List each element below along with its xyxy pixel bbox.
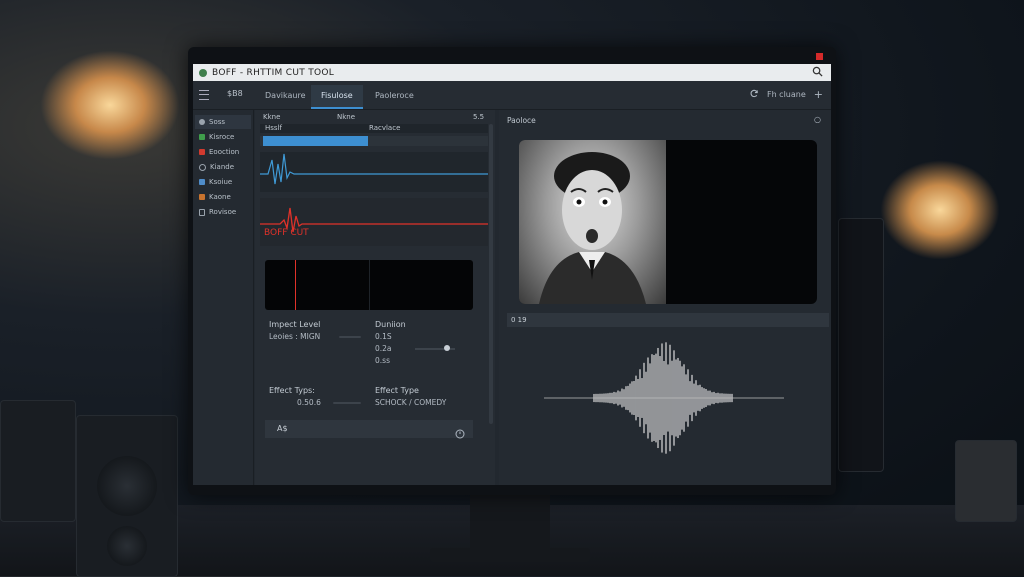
toolbar-label: $B8: [227, 89, 243, 98]
toolbar-right-label: Fh cluane: [766, 90, 806, 99]
footer-label: A$: [277, 424, 288, 433]
monitor: BOFF - RHTTIM CUT TOOL $B8 Davikaure Fis…: [188, 47, 836, 495]
tab-paoleroce[interactable]: Paoleroce: [365, 85, 424, 107]
timeline-panel: Kkne Nkne 5.5 Hsslf Racvlace BOFF CUT Im…: [255, 110, 495, 485]
audio-device: [0, 400, 76, 522]
sidebar-item-label: Rovisoe: [209, 208, 237, 216]
clip-region[interactable]: [263, 136, 368, 146]
layers-icon: [199, 179, 205, 185]
waveform-red: [260, 207, 488, 233]
sidebar-item-kiande[interactable]: Kiande: [195, 160, 251, 174]
sidebar-item-kisroce[interactable]: Kisroce: [195, 130, 251, 144]
sidebar-item-label: Soss: [209, 118, 226, 126]
duration-value-1: 0.1S: [375, 332, 392, 341]
record-icon: [199, 149, 205, 155]
document-icon: [199, 208, 205, 216]
sidebar-item-ksoiue[interactable]: Ksoiue: [195, 175, 251, 189]
sidebar-item-kaone[interactable]: Kaone: [195, 190, 251, 204]
tab-fisulose[interactable]: Fisulose: [311, 85, 363, 109]
sidebar-item-label: Eooction: [209, 148, 240, 156]
lamp-glow-left: [40, 50, 180, 160]
scissors-icon: [199, 134, 205, 140]
duration-slider-knob[interactable]: [444, 345, 450, 351]
window-title: BOFF - RHTTIM CUT TOOL: [212, 67, 335, 78]
add-icon[interactable]: +: [814, 88, 823, 101]
impact-level-label: Impect Level: [269, 320, 321, 329]
sidebar-item-label: Kaone: [209, 193, 231, 201]
preview-panel: Paoloce ○ 0 19: [499, 110, 831, 485]
title-bar: BOFF - RHTTIM CUT TOOL: [193, 64, 831, 81]
app-logo-icon: [199, 68, 207, 77]
search-icon[interactable]: [812, 66, 823, 80]
effect-type-value[interactable]: SCHOCK / COMEDY: [375, 398, 446, 407]
menu-icon[interactable]: [199, 90, 209, 100]
impact-level-value[interactable]: Leoies : MIGN: [269, 332, 320, 341]
waveform-blue: [260, 153, 488, 185]
effect-types-label: Effect Typs:: [269, 386, 315, 395]
video-preview[interactable]: [519, 140, 817, 304]
audio-waveform: [544, 342, 784, 454]
scrollbar[interactable]: [489, 124, 493, 424]
clip-track[interactable]: [260, 136, 488, 146]
subheader-1: Hsslf: [265, 124, 282, 132]
sidebar-item-eooction[interactable]: Eooction: [195, 145, 251, 159]
effect-type-label: Effect Type: [375, 386, 419, 395]
audio-track-cut[interactable]: BOFF CUT: [260, 198, 488, 246]
speaker-left: [76, 415, 178, 577]
duration-label: Duniion: [375, 320, 406, 329]
footer-bar[interactable]: A$: [265, 420, 473, 439]
side-monitor: [838, 218, 884, 472]
sidebar-item-soss[interactable]: Soss: [195, 115, 251, 129]
sync-icon[interactable]: [750, 89, 759, 100]
clock-icon[interactable]: [455, 424, 465, 443]
preview-title: Paoloce: [507, 116, 536, 125]
preview-image: [519, 140, 666, 304]
sidebar-item-rovisoe[interactable]: Rovisoe: [195, 205, 251, 219]
column-header-3: 5.5: [473, 113, 485, 121]
subheader-2: Racvlace: [369, 124, 401, 132]
cut-label: BOFF CUT: [264, 228, 309, 238]
effect-types-slider[interactable]: [333, 402, 361, 404]
sidebar: Soss Kisroce Eooction Kiande Ksoiue Kaon…: [193, 110, 254, 485]
duration-value-2: 0.2a: [375, 344, 392, 353]
monitor-stand: [470, 494, 550, 554]
sidebar-item-label: Kisroce: [209, 133, 235, 141]
lamp-glow-right: [880, 160, 1000, 260]
impact-slider[interactable]: [339, 336, 361, 338]
toolbar: $B8 Davikaure Fisulose Paoleroce Fh clua…: [193, 81, 831, 110]
pencil-cup: [955, 440, 1017, 522]
gear-icon: [199, 119, 205, 125]
preview-options-icon[interactable]: ○: [814, 115, 821, 124]
clip-preview-strip[interactable]: [265, 260, 473, 310]
circle-icon: [199, 163, 206, 171]
film-icon: [199, 194, 205, 200]
effect-types-value: 0.50.6: [297, 398, 321, 407]
tab-davikaure[interactable]: Davikaure: [255, 85, 316, 107]
column-header-1: Kkne: [263, 113, 281, 121]
timecode: 0 19: [511, 316, 527, 324]
monitor-base: [430, 548, 590, 562]
duration-slider[interactable]: [415, 345, 455, 351]
column-header-2: Nkne: [337, 113, 356, 121]
duration-value-3: 0.ss: [375, 356, 390, 365]
audio-track-blue[interactable]: [260, 152, 488, 192]
sidebar-item-label: Kiande: [210, 163, 235, 171]
preview-status-bar: 0 19: [507, 313, 829, 327]
sidebar-item-label: Ksoiue: [209, 178, 233, 186]
playhead[interactable]: [295, 260, 296, 310]
window-close-button[interactable]: [816, 53, 823, 60]
app-window: BOFF - RHTTIM CUT TOOL $B8 Davikaure Fis…: [193, 64, 831, 485]
